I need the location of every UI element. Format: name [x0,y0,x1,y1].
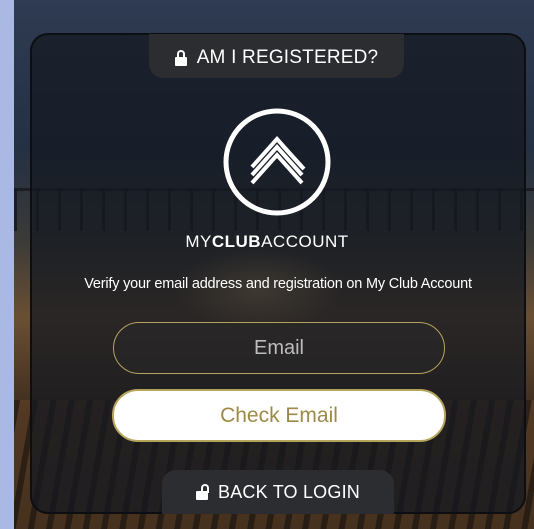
back-to-login-label: BACK TO LOGIN [218,481,360,502]
back-to-login-tab[interactable]: BACK TO LOGIN [162,470,394,514]
am-i-registered-tab[interactable]: AM I REGISTERED? [149,34,404,78]
brand-wordmark: MYCLUBACCOUNT [0,232,534,252]
lock-icon [174,49,187,66]
chevron-stack-logo-icon [223,108,331,216]
unlock-icon [196,484,209,500]
brand-part-club: CLUB [211,232,262,251]
brand-part-account: ACCOUNT [261,232,349,251]
am-i-registered-label: AM I REGISTERED? [196,46,379,68]
email-input[interactable] [113,322,445,374]
brand-part-my: MY [185,232,212,251]
check-email-button[interactable]: Check Email [112,389,446,442]
verify-description: Verify your email address and registrati… [84,276,472,292]
